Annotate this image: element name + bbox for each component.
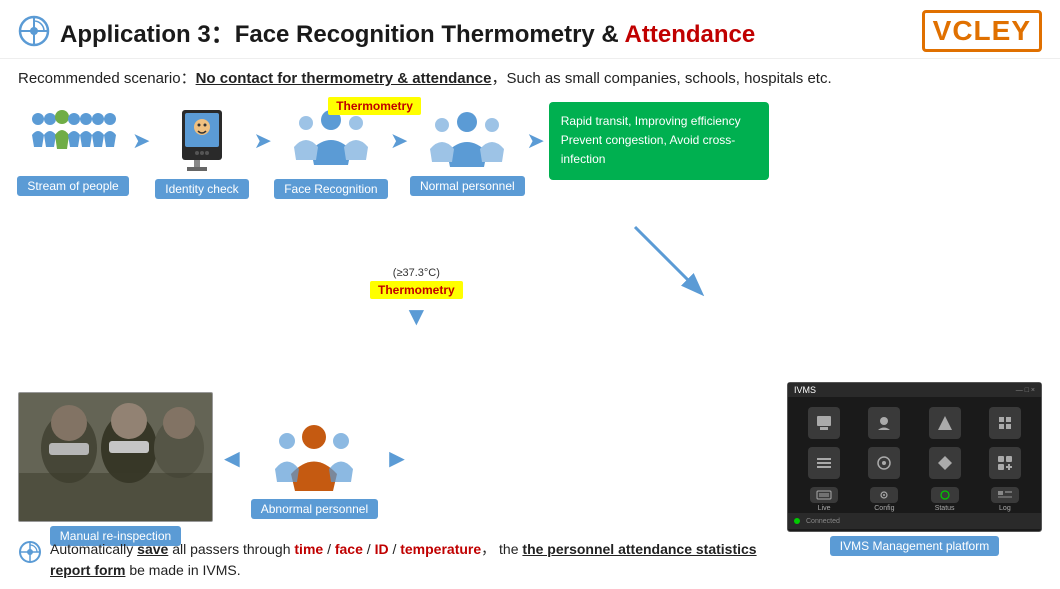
ivms-icon-11: Status (919, 487, 971, 512)
abnormal-people-icon (269, 419, 359, 499)
footer-temp: temperature (400, 541, 481, 557)
ivms-label-log: Log (999, 505, 1011, 512)
ivms-icon-9: Live (798, 487, 850, 512)
left-arrow: ◄ (219, 443, 245, 474)
title-accent: Attendance (625, 21, 756, 48)
footer-time: time (294, 541, 323, 557)
down-arrow: ▼ (403, 301, 429, 332)
footer-slash1: / (323, 541, 335, 557)
normal-people-icon (422, 107, 512, 172)
down-arrow-area: (≥37.3°C) Thermometry ▼ (370, 267, 463, 332)
right-arrow: ► (384, 443, 410, 474)
diagram-area: Stream of people ➤ (0, 92, 1060, 512)
ivms-icon-5 (798, 447, 850, 479)
scenario-underline: No contact for thermometry & attendance (196, 70, 492, 87)
arrow2: ➤ (253, 128, 271, 154)
scenario-rest: ，Such as small companies, schools, hospi… (491, 70, 831, 87)
abnormal-label: Abnormal personnel (251, 499, 378, 519)
arrow3: ➤ (390, 128, 408, 154)
stream-people-icon (28, 107, 118, 172)
ivms-icon-box-12 (991, 487, 1019, 503)
title-mid: Face Recognition Thermometry & (235, 21, 625, 48)
ivms-icon-12: Log (979, 487, 1031, 512)
normal-item: Normal personnel (412, 107, 522, 196)
ivms-label-config: Config (874, 505, 894, 512)
ivms-icon-box-5 (808, 447, 840, 479)
ivms-icon-box-1 (808, 407, 840, 439)
thermo-badge-bottom: Thermometry (370, 281, 463, 299)
footer-face: face (335, 541, 363, 557)
ivms-icon-grid: Live Config Status (788, 397, 1041, 522)
footer-auto: Automatically (50, 541, 137, 557)
app-icon (18, 15, 50, 47)
thermo-badge-top: Thermometry (328, 97, 421, 115)
green-line2: Prevent congestion, Avoid cross-infectio… (561, 131, 757, 169)
abnormal-item: Abnormal personnel (251, 419, 378, 519)
status-dot (794, 518, 800, 524)
green-line1: Rapid transit, Improving efficiency (561, 112, 757, 131)
ivms-box: IVMS — □ × (787, 382, 1042, 532)
face-rec-item: Thermometry Face Recognition (276, 105, 386, 199)
ivms-label-status: Status (935, 505, 955, 512)
footer-comma: ， the (481, 541, 522, 557)
ivms-bottom-bar: Connected (788, 513, 1041, 529)
ivms-icon-10: Config (858, 487, 910, 512)
ivms-icon-1 (798, 407, 850, 439)
ivms-icon-box-4 (989, 407, 1021, 439)
footer-slash2: / (363, 541, 375, 557)
photo-image (19, 393, 213, 522)
ivms-icon-box-3 (929, 407, 961, 439)
page-title: Application 3：Face Recognition Thermomet… (60, 14, 922, 49)
ivms-icon-box-10 (870, 487, 898, 503)
footer-icon (18, 540, 42, 564)
ivms-item: IVMS — □ × (787, 382, 1042, 556)
device-icon (172, 105, 232, 175)
title-prefix: Application 3： (60, 21, 235, 48)
face-rec-label: Face Recognition (274, 179, 387, 199)
ivms-icon-8 (979, 447, 1031, 479)
header: Application 3：Face Recognition Thermomet… (0, 0, 1060, 59)
scenario-text: Recommended scenario：No contact for ther… (0, 59, 1060, 92)
arrow1: ➤ (132, 128, 150, 154)
stream-item: Stream of people (18, 107, 128, 196)
green-info-box: Rapid transit, Improving efficiency Prev… (549, 102, 769, 180)
ivms-icon-3 (919, 407, 971, 439)
ivms-bottom-text: Connected (806, 518, 840, 525)
manual-item: Manual re-inspection (18, 392, 213, 546)
footer: Automatically save all passers through t… (18, 539, 1042, 581)
photo-box (18, 392, 213, 522)
ivms-icon-box-8 (989, 447, 1021, 479)
ivms-icon-2 (858, 407, 910, 439)
footer-text: Automatically save all passers through t… (50, 539, 1042, 581)
ivms-icon-4 (979, 407, 1031, 439)
normal-label: Normal personnel (410, 176, 525, 196)
ivms-header: IVMS — □ × (788, 383, 1041, 397)
footer-save: save (137, 541, 168, 557)
ivms-icon-box-9 (810, 487, 838, 503)
ivms-icon-box-6 (868, 447, 900, 479)
temp-text: (≥37.3°C) (393, 267, 440, 279)
ivms-icon-box-2 (868, 407, 900, 439)
flow-top-row: Stream of people ➤ (18, 102, 1042, 202)
ivms-label-live: Live (818, 505, 831, 512)
stream-label: Stream of people (17, 176, 128, 196)
flow-bottom-row: Manual re-inspection ◄ Abnormal personne… (18, 382, 1042, 556)
identity-item: Identity check (154, 105, 249, 199)
ivms-title-text: IVMS (794, 385, 816, 395)
scenario-label: Recommended scenario： (18, 70, 196, 87)
vcley-logo: VCLEY (922, 10, 1042, 52)
diagonal-arrow (630, 222, 710, 302)
identity-label: Identity check (155, 179, 248, 199)
footer-slash3: / (389, 541, 401, 557)
ivms-icon-box-7 (929, 447, 961, 479)
ivms-icon-6 (858, 447, 910, 479)
ivms-icon-box-11 (931, 487, 959, 503)
footer-id: ID (375, 541, 389, 557)
ivms-icon-7 (919, 447, 971, 479)
footer-end: be made in IVMS. (125, 562, 240, 578)
arrow4: ➤ (526, 128, 544, 154)
footer-stats: the personnel attendance statistics (522, 541, 756, 557)
footer-report: report form (50, 562, 125, 578)
footer-mid: all passers through (168, 541, 294, 557)
